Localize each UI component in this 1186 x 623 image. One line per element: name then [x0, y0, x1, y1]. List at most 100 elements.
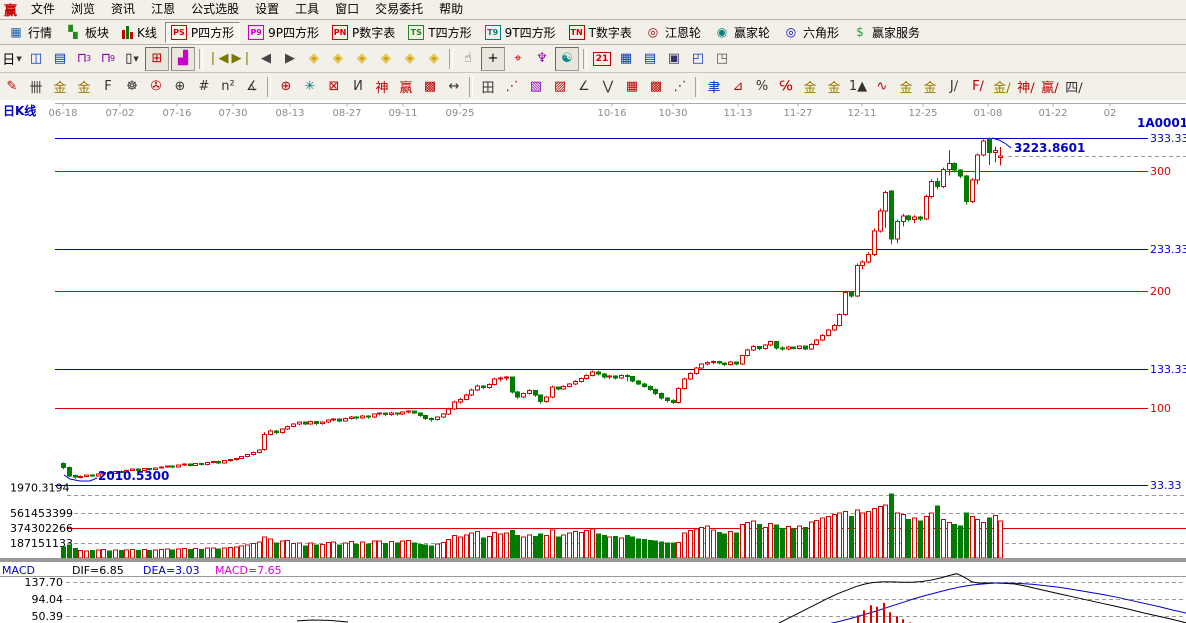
t-square-icon: TS — [408, 25, 424, 40]
diamond-zoom-out-button[interactable]: ◈ — [423, 48, 445, 70]
fan-box-purple-button[interactable]: ▧ — [525, 76, 547, 98]
wave-tool-button[interactable]: ∿ — [871, 76, 893, 98]
menu-item-4[interactable]: 公式选股 — [183, 0, 247, 19]
flag-one-button[interactable]: 1▲ — [847, 76, 869, 98]
chart-export-button[interactable]: ◰ — [687, 48, 709, 70]
box-tool-button[interactable]: 田 — [477, 76, 499, 98]
color-histogram-icon: ▟ — [178, 51, 188, 66]
span-arrows-button[interactable]: ↔ — [443, 76, 465, 98]
next-bar-button[interactable]: ▶ — [279, 48, 301, 70]
pin-tool-button[interactable]: ⌖ — [507, 48, 529, 70]
smart-tool-button[interactable]: ☯ — [555, 47, 579, 71]
diamond-compress-button[interactable]: ◈ — [375, 48, 397, 70]
si-angle-button[interactable]: 四∕ — [1063, 76, 1085, 98]
candle-type-button[interactable]: ▯▼ — [121, 48, 143, 70]
tab-kline[interactable]: K线 — [117, 23, 162, 42]
tab-9t-square[interactable]: T99T四方形 — [480, 23, 561, 42]
j-angle-button[interactable]: J∕ — [943, 76, 965, 98]
calendar-button[interactable]: 21 — [591, 48, 613, 70]
notes-button[interactable]: ▤ — [639, 48, 661, 70]
tab-9p-square[interactable]: P99P四方形 — [243, 23, 324, 42]
fan-lines-button[interactable]: ⋰ — [501, 76, 523, 98]
draw-pencil-button[interactable]: ✎ — [1, 76, 23, 98]
menu-item-1[interactable]: 浏览 — [63, 0, 103, 19]
tab-t-square[interactable]: TST四方形 — [403, 23, 476, 42]
compass-star-button[interactable]: ✳ — [299, 76, 321, 98]
diamond-right-button[interactable]: ◈ — [327, 48, 349, 70]
gold-underline-button[interactable]: 金 — [895, 76, 917, 98]
first-bar-button[interactable]: ❘◀ — [207, 48, 229, 70]
menu-item-5[interactable]: 设置 — [247, 0, 287, 19]
prev-bar-button[interactable]: ◀ — [255, 48, 277, 70]
v-pattern-button[interactable]: ⋁ — [597, 76, 619, 98]
gold-grid-2-button[interactable]: 金 — [73, 76, 95, 98]
info-panel-button[interactable]: ▤ — [49, 48, 71, 70]
shen-angle-button[interactable]: 神∕ — [1015, 76, 1037, 98]
menu-item-2[interactable]: 资讯 — [103, 0, 143, 19]
tab-sectors[interactable]: ▚板块 — [60, 23, 114, 42]
tab-p-square[interactable]: PSP四方形 — [165, 22, 240, 43]
gold-underline-2-button[interactable]: 金 — [919, 76, 941, 98]
tab-t-digit-table[interactable]: TNT数字表 — [564, 23, 637, 42]
diamond-zoom-in-button[interactable]: ◈ — [399, 48, 421, 70]
menu-item-0[interactable]: 文件 — [23, 0, 63, 19]
tab-winner-wheel[interactable]: ◉赢家轮 — [709, 23, 775, 42]
pattern-window-button[interactable]: ⊞ — [145, 47, 169, 71]
chart-area[interactable]: 06-1807-0207-1607-3008-1308-2709-1109-25… — [0, 100, 1186, 623]
gold-grid-button[interactable]: 金 — [49, 76, 71, 98]
last-bar-button[interactable]: ▶❘ — [231, 48, 253, 70]
spiral-button[interactable]: ☸ — [121, 76, 143, 98]
bars-9-button[interactable]: ⊓9 — [97, 48, 119, 70]
f-grid-button[interactable]: F — [97, 76, 119, 98]
ruler-comb-button[interactable]: 卌 — [25, 76, 47, 98]
period-daily-button[interactable]: 日▼ — [1, 48, 23, 70]
fan-box-red-button[interactable]: ▨ — [549, 76, 571, 98]
gold-circle-button[interactable]: 金 — [799, 76, 821, 98]
red-grid-button[interactable]: ▦ — [621, 76, 643, 98]
diamond-expand-button[interactable]: ◈ — [351, 48, 373, 70]
tab-gann-wheel[interactable]: ◎江恩轮 — [640, 23, 706, 42]
crosshair-tool-button[interactable]: + — [481, 47, 505, 71]
hand-tool-button[interactable]: ☝ — [457, 48, 479, 70]
shen-tool-button[interactable]: 神 — [371, 76, 393, 98]
gold-angle-button[interactable]: 金∕ — [991, 76, 1013, 98]
menu-item-3[interactable]: 江恩 — [143, 0, 183, 19]
menu-item-6[interactable]: 工具 — [287, 0, 327, 19]
remote-pc-button[interactable]: ◳ — [711, 48, 733, 70]
ying-tool-button[interactable]: 赢 — [395, 76, 417, 98]
yu-lines-button[interactable]: 聿 — [703, 76, 725, 98]
diagonal-lines-button[interactable]: ⋰ — [669, 76, 691, 98]
gann-mark-tool-button[interactable]: ♆ — [531, 48, 553, 70]
tab-hexagon[interactable]: ◎六角形 — [778, 23, 844, 42]
n-squared-button[interactable]: n² — [217, 76, 239, 98]
ying-angle-button[interactable]: 赢∕ — [1039, 76, 1061, 98]
save-button[interactable]: ▣ — [663, 48, 685, 70]
grid-x-button[interactable]: ⊠ — [323, 76, 345, 98]
diamond-left-button[interactable]: ◈ — [303, 48, 325, 70]
bars-3-button[interactable]: ⊓3 — [73, 48, 95, 70]
percent-button[interactable]: % — [751, 76, 773, 98]
grid-123-button[interactable]: ▩ — [419, 76, 441, 98]
angle-lines-button[interactable]: ∠ — [573, 76, 595, 98]
circle-divider-button[interactable]: ⊕ — [169, 76, 191, 98]
menu-item-8[interactable]: 交易委托 — [367, 0, 431, 19]
menu-item-9[interactable]: 帮助 — [431, 0, 471, 19]
color-histogram-button[interactable]: ▟ — [171, 47, 195, 71]
tab-quotes[interactable]: ▦行情 — [3, 23, 57, 42]
tab-winner-service[interactable]: $赢家服务 — [847, 23, 925, 42]
tab-p-digit-table[interactable]: PNP数字表 — [327, 23, 400, 42]
percent-lines-button[interactable]: ℅ — [775, 76, 797, 98]
tab-label: 赢家服务 — [872, 24, 920, 41]
calculator-button[interactable]: ▦ — [615, 48, 637, 70]
angle-percent-button[interactable]: ⊿ — [727, 76, 749, 98]
menu-item-7[interactable]: 窗口 — [327, 0, 367, 19]
small-comb-button[interactable]: # — [193, 76, 215, 98]
f-angle-button[interactable]: F∕ — [967, 76, 989, 98]
angle-measure-button[interactable]: ∡ — [241, 76, 263, 98]
window-layout-button[interactable]: ◫ — [25, 48, 47, 70]
i-marker-button[interactable]: И — [347, 76, 369, 98]
tape-tool-button[interactable]: ✇ — [145, 76, 167, 98]
compass-target-button[interactable]: ⊕ — [275, 76, 297, 98]
gold-lines-button[interactable]: 金 — [823, 76, 845, 98]
red-grid-box-button[interactable]: ▩ — [645, 76, 667, 98]
